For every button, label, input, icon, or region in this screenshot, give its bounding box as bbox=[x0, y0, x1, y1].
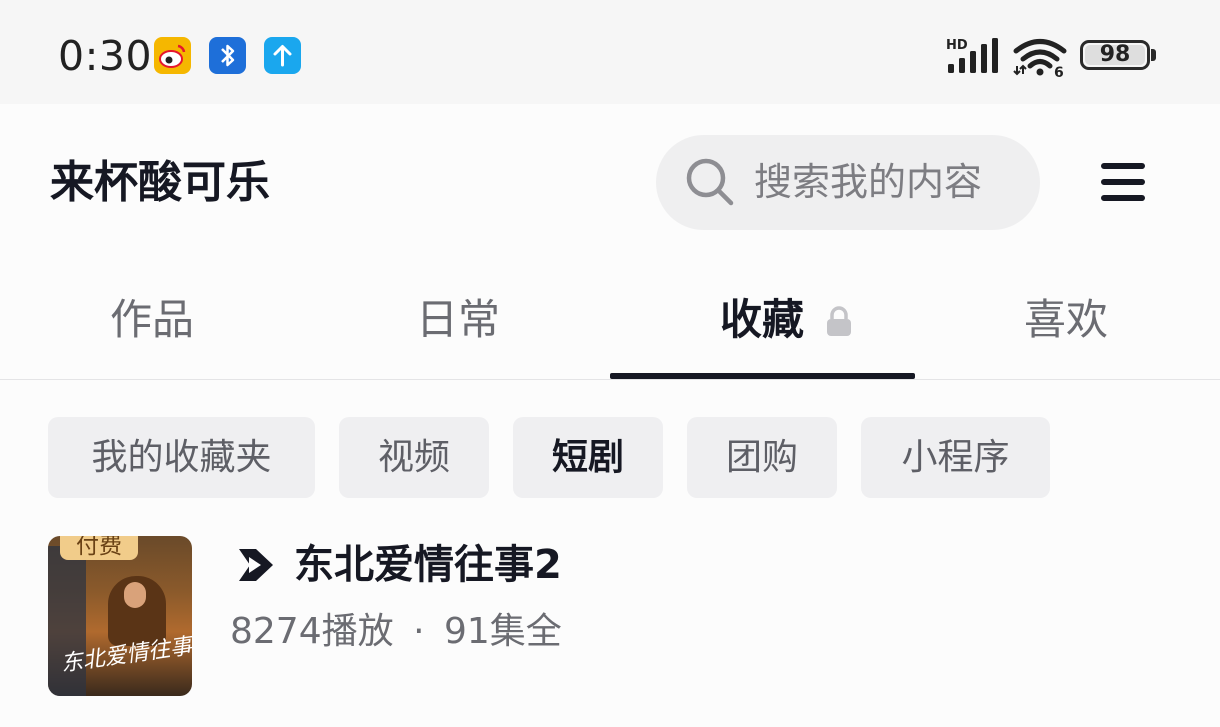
drama-title[interactable]: 东北爱情往事2 bbox=[294, 538, 562, 592]
status-time: 0:30 bbox=[58, 32, 153, 80]
profile-name: 来杯酸可乐 bbox=[50, 157, 270, 208]
drama-meta: 8274播放 · 91集全 bbox=[230, 608, 562, 656]
meta-separator: · bbox=[413, 611, 425, 652]
signal-icon: HD bbox=[946, 38, 998, 73]
paid-badge: 付费 bbox=[60, 536, 138, 560]
weibo-icon bbox=[154, 37, 191, 74]
tab-favorites[interactable]: 收藏 bbox=[720, 293, 804, 347]
upload-icon bbox=[264, 37, 301, 74]
chip-group-buy[interactable]: 团购 bbox=[687, 417, 837, 498]
bluetooth-icon bbox=[209, 37, 246, 74]
battery-indicator: 98 bbox=[1080, 40, 1150, 70]
battery-tip bbox=[1151, 49, 1156, 61]
tab-daily[interactable]: 日常 bbox=[416, 293, 500, 347]
chip-my-folders[interactable]: 我的收藏夹 bbox=[48, 417, 315, 498]
tab-works[interactable]: 作品 bbox=[110, 293, 194, 347]
svg-text:6: 6 bbox=[1054, 65, 1064, 78]
tab-likes[interactable]: 喜欢 bbox=[1024, 293, 1108, 347]
network-label: HD bbox=[946, 38, 968, 53]
wifi-icon: 6 bbox=[1013, 39, 1067, 78]
drama-thumbnail[interactable]: 付费 东北爱情往事2 bbox=[48, 536, 192, 696]
lock-icon bbox=[827, 306, 851, 336]
play-count: 8274播放 bbox=[230, 611, 394, 652]
episode-count: 91集全 bbox=[443, 611, 562, 652]
menu-button[interactable] bbox=[1101, 163, 1147, 203]
chip-videos[interactable]: 视频 bbox=[339, 417, 489, 498]
search-icon bbox=[686, 158, 734, 206]
status-bar: 0:30 HD 6 98 bbox=[0, 0, 1220, 104]
chip-short-drama[interactable]: 短剧 bbox=[513, 417, 663, 498]
menu-icon bbox=[1101, 163, 1145, 169]
play-drama-icon bbox=[239, 549, 273, 581]
tab-divider bbox=[0, 379, 1220, 380]
chip-mini-programs[interactable]: 小程序 bbox=[861, 417, 1050, 498]
battery-level: 98 bbox=[1099, 42, 1131, 67]
search-placeholder[interactable]: 搜索我的内容 bbox=[754, 157, 982, 207]
